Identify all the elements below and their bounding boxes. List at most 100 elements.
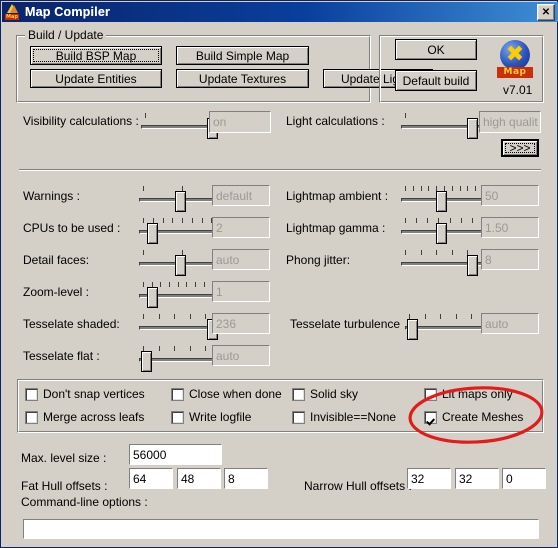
checkbox-box[interactable] xyxy=(292,410,305,424)
update-entities-button[interactable]: Update Entities xyxy=(30,69,162,88)
phong-jitter-value: 8 xyxy=(481,249,539,270)
lightmap-gamma-value: 1.50 xyxy=(481,217,539,238)
checkbox-label: Create Meshes xyxy=(442,410,524,424)
tesselate-turbulence-slider[interactable] xyxy=(405,314,491,340)
tesselate-flat-value: auto xyxy=(212,345,270,366)
slider-thumb[interactable] xyxy=(175,255,186,276)
slider-track xyxy=(405,326,491,330)
lightmap-ambient-label: Lightmap ambient : xyxy=(286,189,389,203)
slider-thumb[interactable] xyxy=(406,319,418,340)
update-textures-button[interactable]: Update Textures xyxy=(176,69,309,88)
build-update-group-title: Build / Update xyxy=(25,28,107,42)
title-bar: Map Map Compiler ✕ xyxy=(2,2,558,22)
command-line-options-input[interactable] xyxy=(23,519,539,539)
map-compiler-icon: Map xyxy=(5,4,21,20)
build-simple-map-label: Build Simple Map xyxy=(195,48,290,63)
fat-hull-offsets-label: Fat Hull offsets : xyxy=(21,479,108,493)
slider-thumb[interactable] xyxy=(140,351,152,372)
light-calculations-label: Light calculations : xyxy=(286,114,385,128)
light-calculations-slider[interactable] xyxy=(401,113,487,139)
tesselate-flat-label: Tesselate flat : xyxy=(23,349,100,363)
ok-button[interactable]: OK xyxy=(395,39,477,60)
map-compiler-window: Map Map Compiler ✕ Build / Update Build … xyxy=(0,0,558,548)
checkbox-box[interactable] xyxy=(424,387,437,401)
narrow-hull-offset-z-input[interactable]: 0 xyxy=(502,468,546,489)
slider-thumb[interactable] xyxy=(435,223,447,244)
slider-thumb[interactable] xyxy=(175,191,186,212)
slider-thumb[interactable] xyxy=(467,118,478,139)
warnings-label: Warnings : xyxy=(23,189,80,203)
title-icon-text: Map xyxy=(6,14,18,20)
phong-jitter-label: Phong jitter: xyxy=(286,253,351,267)
checkbox-box[interactable] xyxy=(292,387,305,401)
fat-hull-offset-x-input[interactable]: 64 xyxy=(129,468,173,489)
checkbox-box[interactable] xyxy=(25,410,38,424)
narrow-hull-offset-x-input[interactable]: 32 xyxy=(407,468,451,489)
more-button-label: >>> xyxy=(509,141,531,155)
checkbox-box[interactable] xyxy=(171,410,184,424)
light-calculations-more-button[interactable]: >>> xyxy=(501,139,539,157)
max-level-size-input[interactable]: 56000 xyxy=(129,444,222,465)
slider-ticks xyxy=(405,314,491,320)
checkbox-dont-snap-vertices[interactable]: Don't snap vertices xyxy=(25,387,145,401)
detail-faces-label: Detail faces: xyxy=(23,253,90,267)
cpus-to-be-used-value: 2 xyxy=(212,217,270,238)
checkbox-box[interactable] xyxy=(424,410,437,424)
narrow-hull-offset-y-input[interactable]: 32 xyxy=(455,468,499,489)
checkbox-box[interactable] xyxy=(171,387,184,401)
detail-faces-value: auto xyxy=(212,249,270,270)
update-textures-label: Update Textures xyxy=(198,71,287,86)
update-entities-label: Update Entities xyxy=(55,71,137,86)
slider-thumb[interactable] xyxy=(146,223,158,244)
checkbox-label: Close when done xyxy=(189,387,282,401)
checkbox-solid-sky[interactable]: Solid sky xyxy=(292,387,358,401)
divider xyxy=(19,169,541,171)
checkbox-box[interactable] xyxy=(25,387,38,401)
checkbox-label: Invisible==None xyxy=(310,410,397,424)
checkbox-label: Solid sky xyxy=(310,387,359,401)
checkbox-label: Lit maps only xyxy=(442,387,513,401)
lightmap-gamma-label: Lightmap gamma : xyxy=(286,221,386,235)
fat-hull-offset-y-input[interactable]: 48 xyxy=(177,468,221,489)
visibility-calculations-value: on xyxy=(209,111,271,133)
checkbox-label: Write logfile xyxy=(189,410,252,424)
warnings-value: default xyxy=(212,185,270,206)
phong-jitter-slider[interactable] xyxy=(401,250,487,276)
lightmap-ambient-value: 50 xyxy=(481,185,539,206)
checkbox-label: Merge across leafs xyxy=(43,410,145,424)
cpus-to-be-used-label: CPUs to be used : xyxy=(23,221,121,235)
checkbox-lit-maps-only[interactable]: Lit maps only xyxy=(424,387,513,401)
checkbox-merge-across-leafs[interactable]: Merge across leafs xyxy=(25,410,144,424)
slider-thumb[interactable] xyxy=(146,287,158,308)
lightmap-ambient-slider[interactable] xyxy=(401,186,487,212)
zoom-level-label: Zoom-level : xyxy=(23,285,90,299)
tesselate-shaded-value: 236 xyxy=(212,313,270,334)
command-line-options-label: Command-line options : xyxy=(21,495,148,509)
build-simple-map-button[interactable]: Build Simple Map xyxy=(176,46,309,65)
build-bsp-map-label: Build BSP Map xyxy=(55,48,137,63)
tesselate-turbulence-value: auto xyxy=(481,313,539,334)
narrow-hull-offsets-label: Narrow Hull offsets : xyxy=(304,479,412,493)
logo-text: Map xyxy=(503,67,527,77)
tesselate-shaded-label: Tesselate shaded: xyxy=(23,317,120,331)
build-bsp-map-button[interactable]: Build BSP Map xyxy=(30,46,162,65)
map-logo: ✖ Map xyxy=(495,40,535,78)
default-build-button[interactable]: Default build xyxy=(395,70,477,91)
tesselate-turbulence-label: Tesselate turbulence xyxy=(290,317,401,331)
window-title: Map Compiler xyxy=(25,5,111,19)
lightmap-gamma-slider[interactable] xyxy=(401,218,487,244)
checkbox-close-when-done[interactable]: Close when done xyxy=(171,387,282,401)
checkbox-create-meshes[interactable]: Create Meshes xyxy=(424,410,523,424)
default-build-label: Default build xyxy=(402,73,470,88)
slider-thumb[interactable] xyxy=(435,191,447,212)
visibility-calculations-label: Visibility calculations : xyxy=(23,114,139,128)
light-calculations-value: high qualit xyxy=(479,111,541,133)
slider-thumb[interactable] xyxy=(467,255,478,276)
checkbox-invisible-equals-none[interactable]: Invisible==None xyxy=(292,410,396,424)
fat-hull-offset-z-input[interactable]: 8 xyxy=(224,468,268,489)
checkbox-label: Don't snap vertices xyxy=(43,387,145,401)
ok-label: OK xyxy=(427,42,445,57)
close-icon[interactable]: ✕ xyxy=(537,4,555,21)
zoom-level-value: 1 xyxy=(212,281,270,302)
checkbox-write-logfile[interactable]: Write logfile xyxy=(171,410,251,424)
